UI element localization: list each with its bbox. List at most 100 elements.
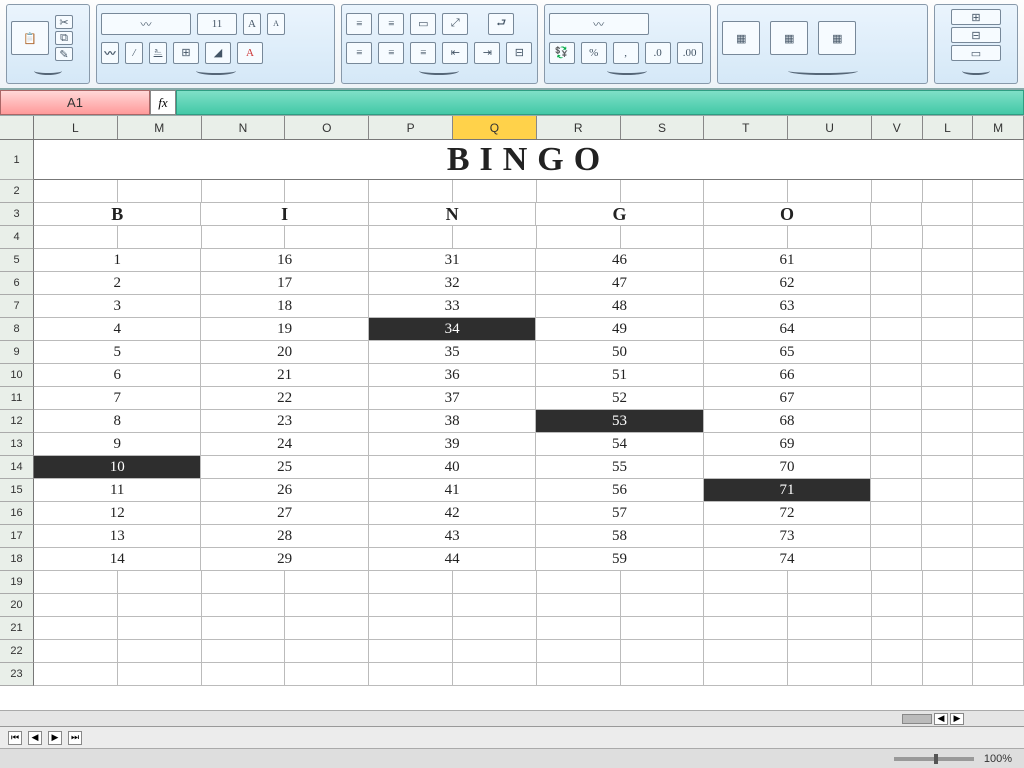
cell[interactable]: 26: [201, 479, 368, 502]
cell[interactable]: [453, 617, 537, 640]
row-header[interactable]: 16: [0, 502, 34, 525]
cell[interactable]: [202, 180, 286, 203]
cell[interactable]: [118, 640, 202, 663]
bingo-column-header[interactable]: I: [201, 203, 368, 226]
bingo-column-header[interactable]: B: [34, 203, 201, 226]
cell[interactable]: [872, 663, 923, 686]
cell[interactable]: [118, 226, 202, 249]
cell[interactable]: [871, 203, 922, 226]
delete-button[interactable]: ⊟: [951, 27, 1001, 43]
scroll-left-button[interactable]: ◀: [934, 713, 948, 725]
cell[interactable]: [872, 180, 923, 203]
cell[interactable]: [285, 663, 369, 686]
cell[interactable]: [973, 226, 1024, 249]
last-sheet-button[interactable]: ⏭: [68, 731, 82, 745]
cell[interactable]: [537, 226, 621, 249]
increase-decimal-button[interactable]: .0: [645, 42, 671, 64]
column-header[interactable]: P: [369, 116, 453, 139]
column-header[interactable]: O: [285, 116, 369, 139]
cell[interactable]: [922, 479, 973, 502]
cell[interactable]: 58: [536, 525, 703, 548]
fx-button[interactable]: fx: [150, 90, 176, 115]
cell[interactable]: [871, 364, 922, 387]
row-header[interactable]: 5: [0, 249, 34, 272]
name-box[interactable]: A1: [0, 90, 150, 115]
cell[interactable]: 57: [536, 502, 703, 525]
bingo-column-header[interactable]: G: [536, 203, 703, 226]
cell[interactable]: [704, 617, 788, 640]
cut-button[interactable]: ✂: [55, 15, 73, 29]
cell[interactable]: [453, 640, 537, 663]
format-as-table-button[interactable]: ▦: [770, 21, 808, 55]
comma-button[interactable]: ,: [613, 42, 639, 64]
cell[interactable]: 37: [369, 387, 536, 410]
column-header[interactable]: V: [872, 116, 923, 139]
cell[interactable]: [973, 341, 1024, 364]
cell[interactable]: [453, 594, 537, 617]
cell-highlighted[interactable]: 53: [536, 410, 703, 433]
cell[interactable]: [871, 525, 922, 548]
cell[interactable]: 28: [201, 525, 368, 548]
cell[interactable]: [537, 617, 621, 640]
cell[interactable]: [118, 663, 202, 686]
cell[interactable]: 17: [201, 272, 368, 295]
cell-grid[interactable]: 1BINGO23BINGO451163146616217324762731833…: [0, 140, 1024, 710]
cell[interactable]: [871, 456, 922, 479]
paste-button[interactable]: 📋: [11, 21, 49, 55]
row-header[interactable]: 4: [0, 226, 34, 249]
column-header[interactable]: L: [34, 116, 118, 139]
zoom-slider[interactable]: [894, 757, 974, 761]
cell[interactable]: [537, 180, 621, 203]
cell[interactable]: [871, 295, 922, 318]
cell[interactable]: [872, 226, 923, 249]
cell[interactable]: [973, 502, 1024, 525]
row-header[interactable]: 8: [0, 318, 34, 341]
bingo-column-header[interactable]: O: [704, 203, 871, 226]
cell[interactable]: [621, 594, 705, 617]
cell[interactable]: [453, 571, 537, 594]
font-size-dropdown[interactable]: 11: [197, 13, 237, 35]
cell[interactable]: [872, 594, 923, 617]
cell[interactable]: [923, 226, 974, 249]
cell[interactable]: 39: [369, 433, 536, 456]
row-header[interactable]: 20: [0, 594, 34, 617]
cell[interactable]: 29: [201, 548, 368, 571]
cell[interactable]: [973, 617, 1024, 640]
row-header[interactable]: 10: [0, 364, 34, 387]
row-header[interactable]: 21: [0, 617, 34, 640]
cell[interactable]: 27: [201, 502, 368, 525]
cell[interactable]: [922, 272, 973, 295]
cell[interactable]: [34, 663, 118, 686]
cell[interactable]: [923, 571, 974, 594]
scroll-right-button[interactable]: ▶: [950, 713, 964, 725]
cell[interactable]: [923, 663, 974, 686]
cell[interactable]: [285, 594, 369, 617]
align-center-button[interactable]: ≡: [378, 42, 404, 64]
cell[interactable]: 38: [369, 410, 536, 433]
align-top-button[interactable]: ≡: [346, 13, 372, 35]
cell[interactable]: 35: [369, 341, 536, 364]
cell[interactable]: [973, 180, 1024, 203]
cell-styles-button[interactable]: ▦: [818, 21, 856, 55]
column-header[interactable]: U: [788, 116, 872, 139]
cell[interactable]: [704, 663, 788, 686]
cell[interactable]: [923, 640, 974, 663]
cell[interactable]: [871, 410, 922, 433]
cell[interactable]: [369, 226, 453, 249]
increase-indent-button[interactable]: ⇥: [474, 42, 500, 64]
underline-button[interactable]: ⎁: [149, 42, 167, 64]
cell[interactable]: 3: [34, 295, 201, 318]
cell[interactable]: [922, 341, 973, 364]
decrease-indent-button[interactable]: ⇤: [442, 42, 468, 64]
cell[interactable]: [922, 295, 973, 318]
cell[interactable]: [34, 226, 118, 249]
align-right-button[interactable]: ≡: [410, 42, 436, 64]
cell[interactable]: 20: [201, 341, 368, 364]
cell[interactable]: [369, 663, 453, 686]
cell[interactable]: 9: [34, 433, 201, 456]
cell[interactable]: [453, 180, 537, 203]
row-header[interactable]: 18: [0, 548, 34, 571]
cell[interactable]: [871, 502, 922, 525]
next-sheet-button[interactable]: ▶: [48, 731, 62, 745]
cell[interactable]: 24: [201, 433, 368, 456]
